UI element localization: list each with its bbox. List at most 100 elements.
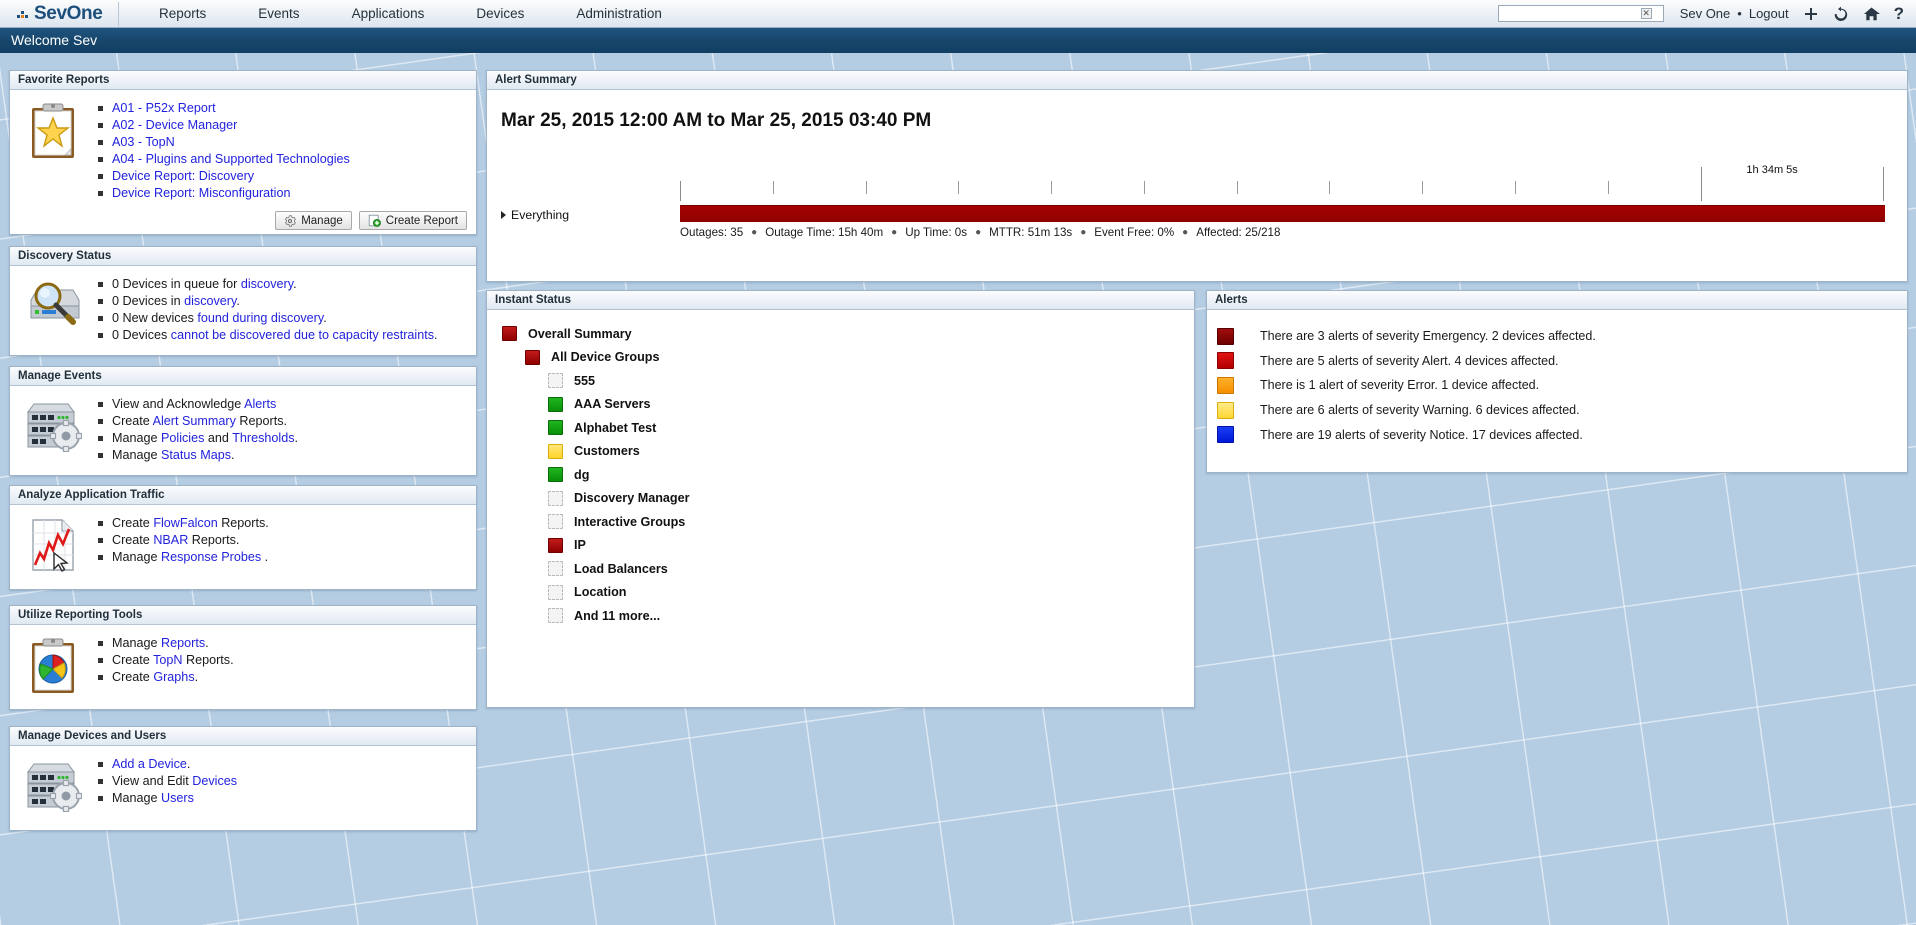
panel-manage-devices-users: Manage Devices and Users Add a Device. V… bbox=[9, 726, 477, 831]
add-icon[interactable] bbox=[1803, 6, 1819, 22]
search-input[interactable] bbox=[1498, 6, 1641, 21]
traffic-link[interactable]: NBAR bbox=[153, 533, 188, 547]
manage-button-label: Manage bbox=[301, 214, 343, 227]
discovery-status-list: 0 Devices in queue for discovery. 0 Devi… bbox=[84, 276, 438, 344]
create-report-button[interactable]: Create Report bbox=[358, 211, 467, 231]
traffic-link[interactable]: FlowFalcon bbox=[153, 516, 217, 530]
tree-node-customers[interactable]: Customers bbox=[487, 440, 1194, 464]
current-user-label[interactable]: Sev One bbox=[1680, 6, 1731, 21]
panel-instant-status: Instant Status Overall Summary All Devic… bbox=[486, 290, 1195, 708]
tree-node-ip[interactable]: IP bbox=[487, 534, 1194, 558]
favorite-report-link[interactable]: A01 - P52x Report bbox=[112, 101, 216, 115]
favorite-report-link[interactable]: Device Report: Misconfiguration bbox=[112, 186, 291, 200]
tree-node-and-more[interactable]: And 11 more... bbox=[487, 604, 1194, 628]
alert-row-notice[interactable]: There are 19 alerts of severity Notice. … bbox=[1207, 422, 1907, 447]
logout-link[interactable]: Logout bbox=[1749, 6, 1789, 21]
nav-item-devices[interactable]: Devices bbox=[450, 0, 550, 27]
tree-node-555[interactable]: 555 bbox=[487, 369, 1194, 393]
tree-node-label: dg bbox=[574, 467, 590, 482]
nav-item-reports[interactable]: Reports bbox=[133, 0, 232, 27]
alert-text: There are 3 alerts of severity Emergency… bbox=[1260, 329, 1596, 344]
list-item: View and Edit Devices bbox=[97, 773, 237, 789]
refresh-icon[interactable] bbox=[1833, 6, 1849, 22]
stat-mttr: MTTR: 51m 13s bbox=[989, 226, 1073, 239]
favorite-reports-list: A01 - P52x Report A02 - Device Manager A… bbox=[84, 100, 350, 201]
tree-node-label: Location bbox=[574, 585, 627, 600]
alert-row-emergency[interactable]: There are 3 alerts of severity Emergency… bbox=[1207, 324, 1907, 349]
event-link[interactable]: Alerts bbox=[244, 397, 276, 411]
tools-link[interactable]: Graphs bbox=[153, 670, 194, 684]
device-link[interactable]: Devices bbox=[192, 774, 237, 788]
alert-summary-row-everything[interactable]: Everything bbox=[501, 208, 569, 222]
tree-node-overall-summary[interactable]: Overall Summary bbox=[487, 322, 1194, 346]
discovery-link[interactable]: discovery bbox=[241, 277, 293, 291]
tree-node-label: Interactive Groups bbox=[574, 514, 686, 529]
status-square-red bbox=[525, 349, 540, 365]
list-item[interactable]: A01 - P52x Report bbox=[98, 100, 350, 116]
list-item: View and Acknowledge Alerts bbox=[97, 396, 298, 412]
tools-link[interactable]: TopN bbox=[153, 653, 182, 667]
tree-node-all-device-groups[interactable]: All Device Groups bbox=[487, 346, 1194, 370]
event-link-2[interactable]: Thresholds bbox=[232, 431, 294, 445]
favorite-report-link[interactable]: A03 - TopN bbox=[112, 135, 175, 149]
discovery-text-post: . bbox=[293, 277, 297, 291]
tree-node-discovery-manager[interactable]: Discovery Manager bbox=[487, 487, 1194, 511]
tree-node-label: Load Balancers bbox=[574, 561, 668, 576]
stat-outages: Outages: 35 bbox=[680, 226, 744, 239]
expand-triangle-icon[interactable] bbox=[501, 211, 506, 219]
tree-node-aaa-servers[interactable]: AAA Servers bbox=[487, 393, 1194, 417]
tree-node-alphabet-test[interactable]: Alphabet Test bbox=[487, 416, 1194, 440]
event-text-pre: Manage bbox=[112, 447, 162, 462]
tree-node-load-balancers[interactable]: Load Balancers bbox=[487, 557, 1194, 581]
search-box[interactable]: ✕ bbox=[1497, 5, 1664, 22]
discovery-link[interactable]: cannot be discovered due to capacity res… bbox=[171, 328, 434, 342]
event-link[interactable]: Status Maps bbox=[161, 448, 231, 462]
help-icon[interactable]: ? bbox=[1894, 4, 1904, 23]
list-item[interactable]: A03 - TopN bbox=[98, 134, 350, 150]
stat-up-time: Up Time: 0s bbox=[905, 226, 968, 239]
alert-row-warning[interactable]: There are 6 alerts of severity Warning. … bbox=[1207, 398, 1907, 423]
list-item[interactable]: Device Report: Misconfiguration bbox=[98, 185, 350, 201]
device-link[interactable]: Users bbox=[161, 791, 194, 805]
sevone-logo[interactable]: SevOne bbox=[0, 3, 112, 25]
discovery-text-post: . bbox=[434, 327, 438, 342]
panel-alerts: Alerts There are 3 alerts of severity Em… bbox=[1206, 290, 1908, 473]
alert-text: There is 1 alert of severity Error. 1 de… bbox=[1260, 378, 1540, 393]
nav-item-applications[interactable]: Applications bbox=[326, 0, 451, 27]
alert-text: There are 5 alerts of severity Alert. 4 … bbox=[1260, 353, 1559, 368]
discovery-text-pre: 0 Devices bbox=[112, 327, 171, 342]
list-item[interactable]: A04 - Plugins and Supported Technologies bbox=[98, 151, 350, 167]
alert-summary-outage-bar[interactable] bbox=[680, 205, 1885, 222]
traffic-text-pre: Create bbox=[112, 516, 154, 530]
discovery-link[interactable]: discovery bbox=[184, 294, 236, 308]
traffic-link[interactable]: Response Probes bbox=[161, 550, 261, 564]
tree-node-interactive-groups[interactable]: Interactive Groups bbox=[487, 510, 1194, 534]
tree-node-location[interactable]: Location bbox=[487, 581, 1194, 605]
discovery-text-pre: 0 New devices bbox=[112, 310, 198, 325]
discovery-text-pre: 0 Devices in queue for bbox=[112, 277, 241, 291]
discovery-text-pre: 0 Devices in bbox=[112, 293, 185, 308]
tree-node-dg[interactable]: dg bbox=[487, 463, 1194, 487]
nav-item-administration[interactable]: Administration bbox=[550, 0, 688, 27]
list-item[interactable]: Device Report: Discovery bbox=[98, 168, 350, 184]
alert-summary-interval-label: 1h 34m 5s bbox=[1746, 164, 1798, 176]
severity-square-emergency bbox=[1217, 327, 1234, 345]
home-icon[interactable] bbox=[1863, 6, 1880, 22]
favorite-report-link[interactable]: A02 - Device Manager bbox=[112, 118, 237, 132]
alert-row-error[interactable]: There is 1 alert of severity Error. 1 de… bbox=[1207, 373, 1907, 398]
manage-events-list: View and Acknowledge Alerts Create Alert… bbox=[84, 396, 298, 464]
tools-link[interactable]: Reports bbox=[161, 636, 205, 650]
nav-item-events[interactable]: Events bbox=[232, 0, 325, 27]
discovery-link[interactable]: found during discovery bbox=[197, 311, 323, 325]
list-item[interactable]: A02 - Device Manager bbox=[98, 117, 350, 133]
status-square-empty bbox=[548, 561, 563, 577]
device-link[interactable]: Add a Device bbox=[112, 757, 187, 771]
manage-button[interactable]: Manage bbox=[275, 211, 352, 231]
event-link[interactable]: Alert Summary bbox=[153, 414, 236, 428]
favorite-report-link[interactable]: A04 - Plugins and Supported Technologies bbox=[112, 152, 350, 166]
event-link[interactable]: Policies bbox=[161, 431, 204, 445]
clear-search-icon[interactable]: ✕ bbox=[1640, 8, 1652, 19]
event-text-mid: and bbox=[204, 430, 233, 445]
favorite-report-link[interactable]: Device Report: Discovery bbox=[112, 169, 254, 183]
alert-row-alert[interactable]: There are 5 alerts of severity Alert. 4 … bbox=[1207, 349, 1907, 374]
